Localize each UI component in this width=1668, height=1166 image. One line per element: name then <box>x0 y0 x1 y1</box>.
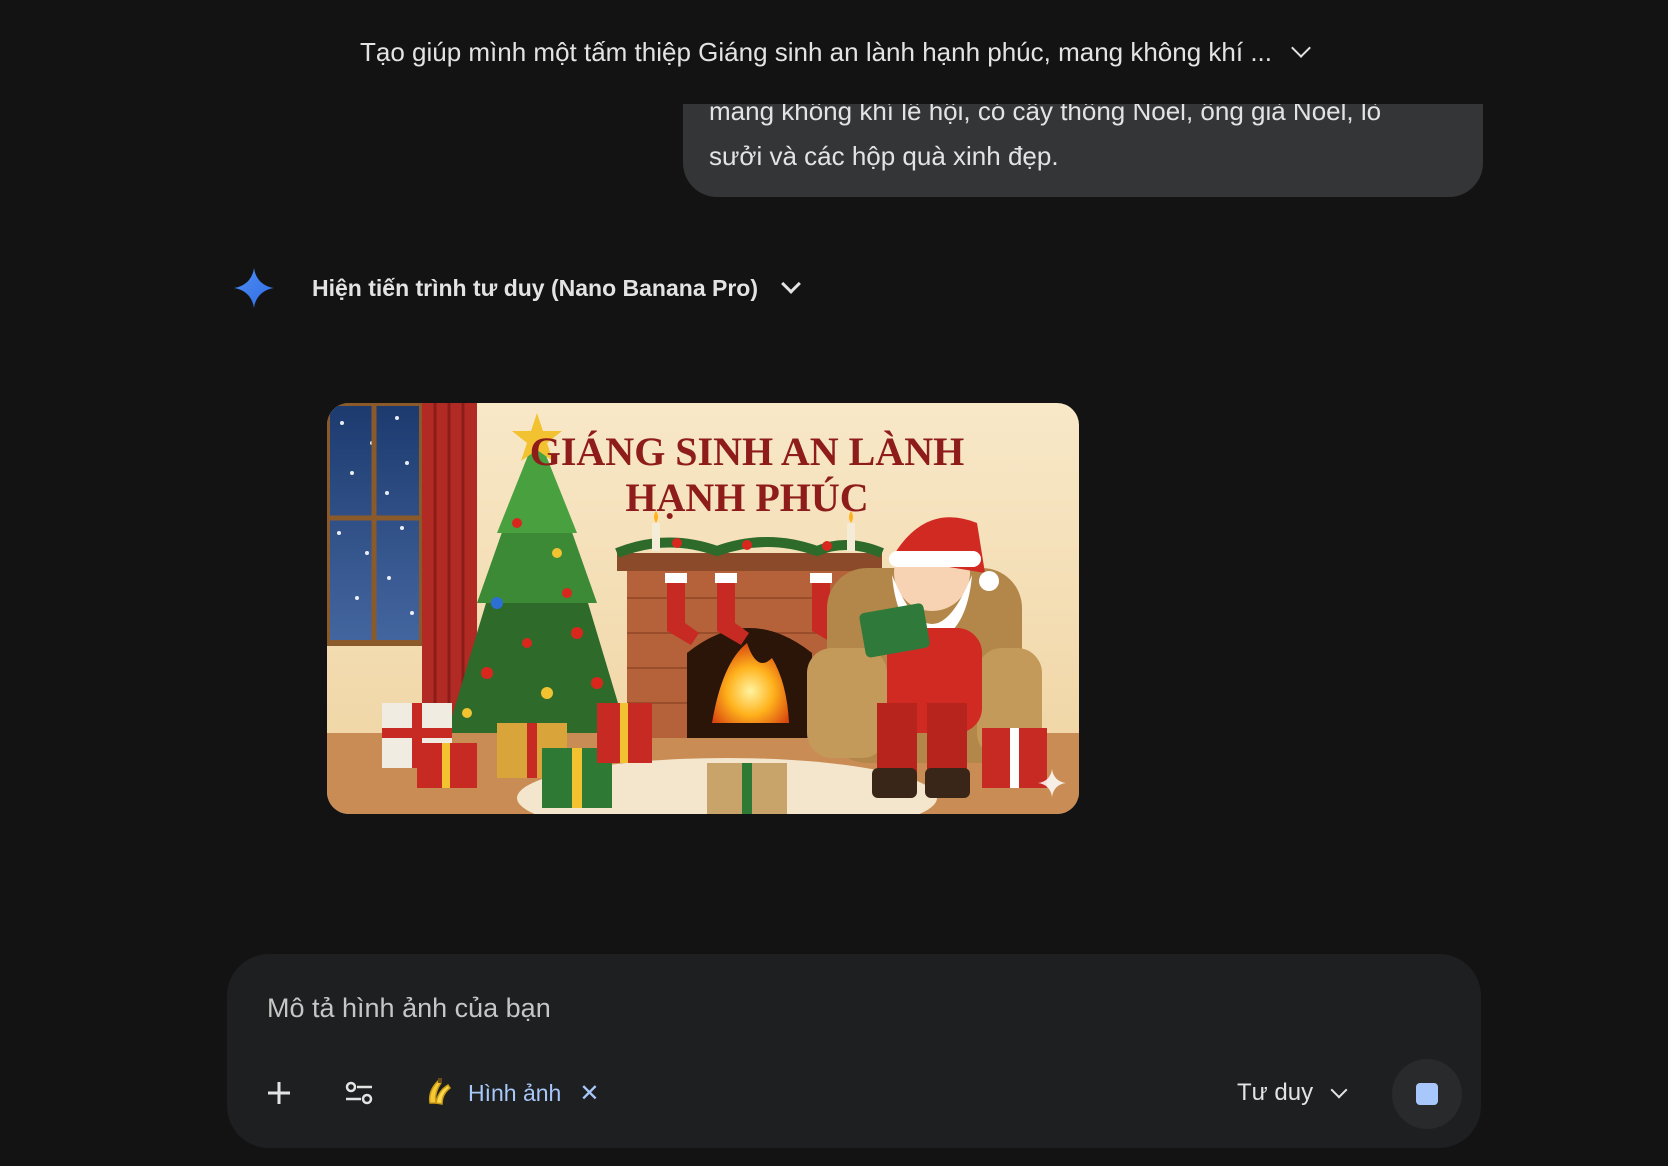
image-tool-chip[interactable]: Hình ảnh ✕ <box>424 1069 599 1117</box>
mode-label: Tư duy <box>1237 1079 1314 1106</box>
gemini-sparkle-icon <box>234 268 274 308</box>
conversation-title[interactable]: Tạo giúp mình một tấm thiệp Giáng sinh a… <box>360 37 1272 68</box>
add-button[interactable] <box>255 1069 303 1117</box>
stop-icon <box>1416 1083 1438 1105</box>
stop-button[interactable] <box>1392 1059 1462 1129</box>
thinking-toggle[interactable]: Hiện tiến trình tư duy (Nano Banana Pro) <box>234 268 801 308</box>
card-title-line2: HẠNH PHÚC <box>625 475 868 520</box>
generated-image[interactable]: GIÁNG SINH AN LÀNH HẠNH PHÚC <box>327 403 1079 814</box>
chevron-down-icon[interactable] <box>1291 38 1311 58</box>
christmas-card-illustration: GIÁNG SINH AN LÀNH HẠNH PHÚC <box>327 403 1079 814</box>
banana-icon <box>428 1078 452 1105</box>
chevron-down-icon <box>1330 1081 1348 1099</box>
card-title-line1: GIÁNG SINH AN LÀNH <box>530 429 965 474</box>
plus-icon <box>268 1082 290 1104</box>
tools-button[interactable] <box>335 1069 383 1117</box>
mode-selector[interactable]: Tư duy <box>1237 1069 1348 1117</box>
chevron-down-icon <box>781 274 801 294</box>
remove-tool-button[interactable]: ✕ <box>579 1079 599 1108</box>
sliders-icon <box>345 1081 373 1105</box>
thinking-toggle-label: Hiện tiến trình tư duy (Nano Banana Pro) <box>312 274 759 301</box>
image-tool-label: Hình ảnh <box>468 1079 562 1106</box>
prompt-input[interactable]: Mô tả hình ảnh của bạn <box>267 993 551 1024</box>
conversation-header: Tạo giúp mình một tấm thiệp Giáng sinh a… <box>0 0 1668 104</box>
user-message-line: sưởi và các hộp quà xinh đẹp. <box>709 141 1059 171</box>
prompt-composer[interactable]: Mô tả hình ảnh của bạn Hình ảnh ✕ Tư duy <box>227 954 1481 1148</box>
